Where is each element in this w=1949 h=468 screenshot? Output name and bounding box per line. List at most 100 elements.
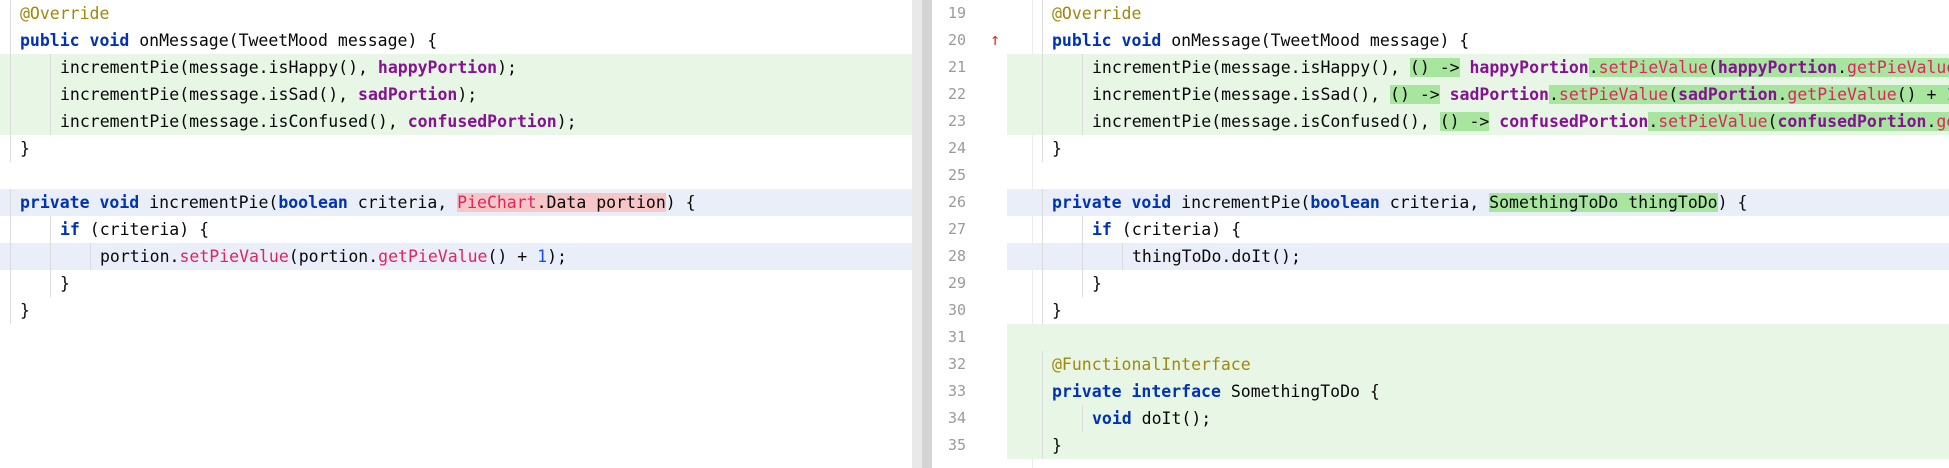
code-token: }: [1092, 274, 1102, 293]
indent-guide: [1042, 108, 1043, 135]
indent-guide: [10, 108, 11, 135]
right-diff-pane[interactable]: @Override public void onMessage(TweetMood…: [932, 0, 1949, 468]
code-token: (criteria) {: [1111, 220, 1242, 239]
code-line[interactable]: incrementPie(message.isHappy(), () -> ha…: [1007, 54, 1949, 81]
code-line[interactable]: incrementPie(message.isHappy(), happyPor…: [0, 54, 912, 81]
code-line[interactable]: incrementPie(message.isSad(), () -> sadP…: [1007, 81, 1949, 108]
line-number: 27: [947, 220, 967, 238]
code-line[interactable]: private void incrementPie(boolean criter…: [1007, 189, 1949, 216]
diff-divider[interactable]: [922, 0, 932, 468]
code-line[interactable]: }: [1007, 135, 1949, 162]
code-line[interactable]: @Override: [0, 0, 912, 27]
line-number: 26: [947, 193, 967, 211]
code-token: ge: [1936, 112, 1949, 131]
code-token: );: [547, 247, 567, 266]
code-token: .: [1926, 112, 1937, 131]
indent-guide: [1042, 378, 1043, 405]
code-text: portion.setPieValue(portion.getPieValue(…: [100, 243, 567, 270]
code-text: @FunctionalInterface: [1052, 351, 1251, 378]
code-token: .: [1837, 58, 1848, 77]
line-number: 32: [947, 355, 967, 373]
code-line[interactable]: }: [1007, 432, 1949, 459]
left-diff-pane[interactable]: @Override public void onMessage(TweetMood…: [0, 0, 932, 468]
indent-guide: [10, 189, 11, 216]
indent-guide: [1082, 54, 1083, 81]
code-line[interactable]: }: [0, 270, 912, 297]
indent-guide: [1042, 243, 1043, 270]
code-token: if: [60, 220, 80, 239]
code-token: () +: [1896, 85, 1947, 104]
line-number: 33: [947, 382, 967, 400]
code-text: public void onMessage(TweetMood message)…: [20, 27, 437, 54]
code-token: happyPortion: [377, 58, 498, 77]
code-token: }: [20, 139, 30, 158]
left-pane-scrollbar[interactable]: [912, 0, 922, 468]
indent-guide: [1042, 0, 1043, 27]
change-arrow-icon[interactable]: ↑: [990, 27, 1000, 54]
code-token: incrementPie(: [1171, 193, 1311, 212]
code-token: ) {: [665, 193, 696, 212]
code-line[interactable]: }: [0, 297, 912, 324]
code-line[interactable]: void doIt();: [1007, 405, 1949, 432]
indent-guide: [50, 216, 51, 243]
code-line[interactable]: incrementPie(message.isSad(), sadPortion…: [0, 81, 912, 108]
code-text: private interface SomethingToDo {: [1052, 378, 1380, 405]
code-line[interactable]: [1007, 324, 1949, 351]
code-token: );: [556, 112, 577, 131]
code-token: SomethingToDo {: [1220, 382, 1380, 401]
code-token: }: [1052, 436, 1062, 455]
code-token: private: [20, 193, 90, 212]
code-token: confusedPortion: [1777, 112, 1927, 131]
code-token: private: [1052, 193, 1122, 212]
code-line[interactable]: }: [1007, 297, 1949, 324]
code-token: incrementPie(message.isHappy(),: [60, 58, 378, 77]
code-token: }: [1052, 139, 1062, 158]
indent-guide: [1122, 243, 1123, 270]
code-line[interactable]: incrementPie(message.isConfused(), () ->…: [1007, 108, 1949, 135]
line-number: 28: [947, 247, 967, 265]
indent-guide: [1042, 54, 1043, 81]
code-line[interactable]: incrementPie(message.isConfused(), confu…: [0, 108, 912, 135]
code-line[interactable]: }: [1007, 270, 1949, 297]
code-token: (criteria) {: [79, 220, 210, 239]
indent-guide: [10, 0, 11, 27]
code-line[interactable]: private void incrementPie(boolean criter…: [0, 189, 912, 216]
code-token: .: [1648, 112, 1659, 131]
code-text: }: [20, 297, 30, 324]
code-token: ) {: [1717, 193, 1748, 212]
code-line[interactable]: [0, 162, 912, 189]
code-line[interactable]: thingToDo.doIt();: [1007, 243, 1949, 270]
code-line[interactable]: if (criteria) {: [0, 216, 912, 243]
code-token: () ->: [1390, 85, 1440, 104]
code-token: onMessage(TweetMood message) {: [129, 31, 438, 50]
code-line[interactable]: if (criteria) {: [1007, 216, 1949, 243]
code-line[interactable]: public void onMessage(TweetMood message)…: [1007, 27, 1949, 54]
code-text: thingToDo.doIt();: [1132, 243, 1301, 270]
indent-guide: [90, 243, 91, 270]
indent-guide: [1042, 216, 1043, 243]
indent-guide: [1082, 81, 1083, 108]
code-token: doIt();: [1131, 409, 1212, 428]
code-line[interactable]: [1007, 162, 1949, 189]
code-token: setPieValue: [1558, 85, 1669, 104]
line-number: 21: [947, 58, 967, 76]
code-token: getPieValue: [378, 247, 488, 266]
line-number: 30: [947, 301, 967, 319]
code-line[interactable]: @Override: [1007, 0, 1949, 27]
code-line[interactable]: }: [0, 135, 912, 162]
code-line[interactable]: @FunctionalInterface: [1007, 351, 1949, 378]
code-line[interactable]: public void onMessage(TweetMood message)…: [0, 27, 912, 54]
code-token: setPieValue: [1598, 58, 1708, 77]
code-text: incrementPie(message.isHappy(), happyPor…: [60, 54, 517, 81]
code-token: incrementPie(message.isSad(),: [1092, 85, 1391, 104]
indent-guide: [1082, 108, 1083, 135]
code-line[interactable]: portion.setPieValue(portion.getPieValue(…: [0, 243, 912, 270]
code-token: sadPortion: [1449, 85, 1549, 104]
code-token: );: [497, 58, 517, 77]
code-line[interactable]: private interface SomethingToDo {: [1007, 378, 1949, 405]
